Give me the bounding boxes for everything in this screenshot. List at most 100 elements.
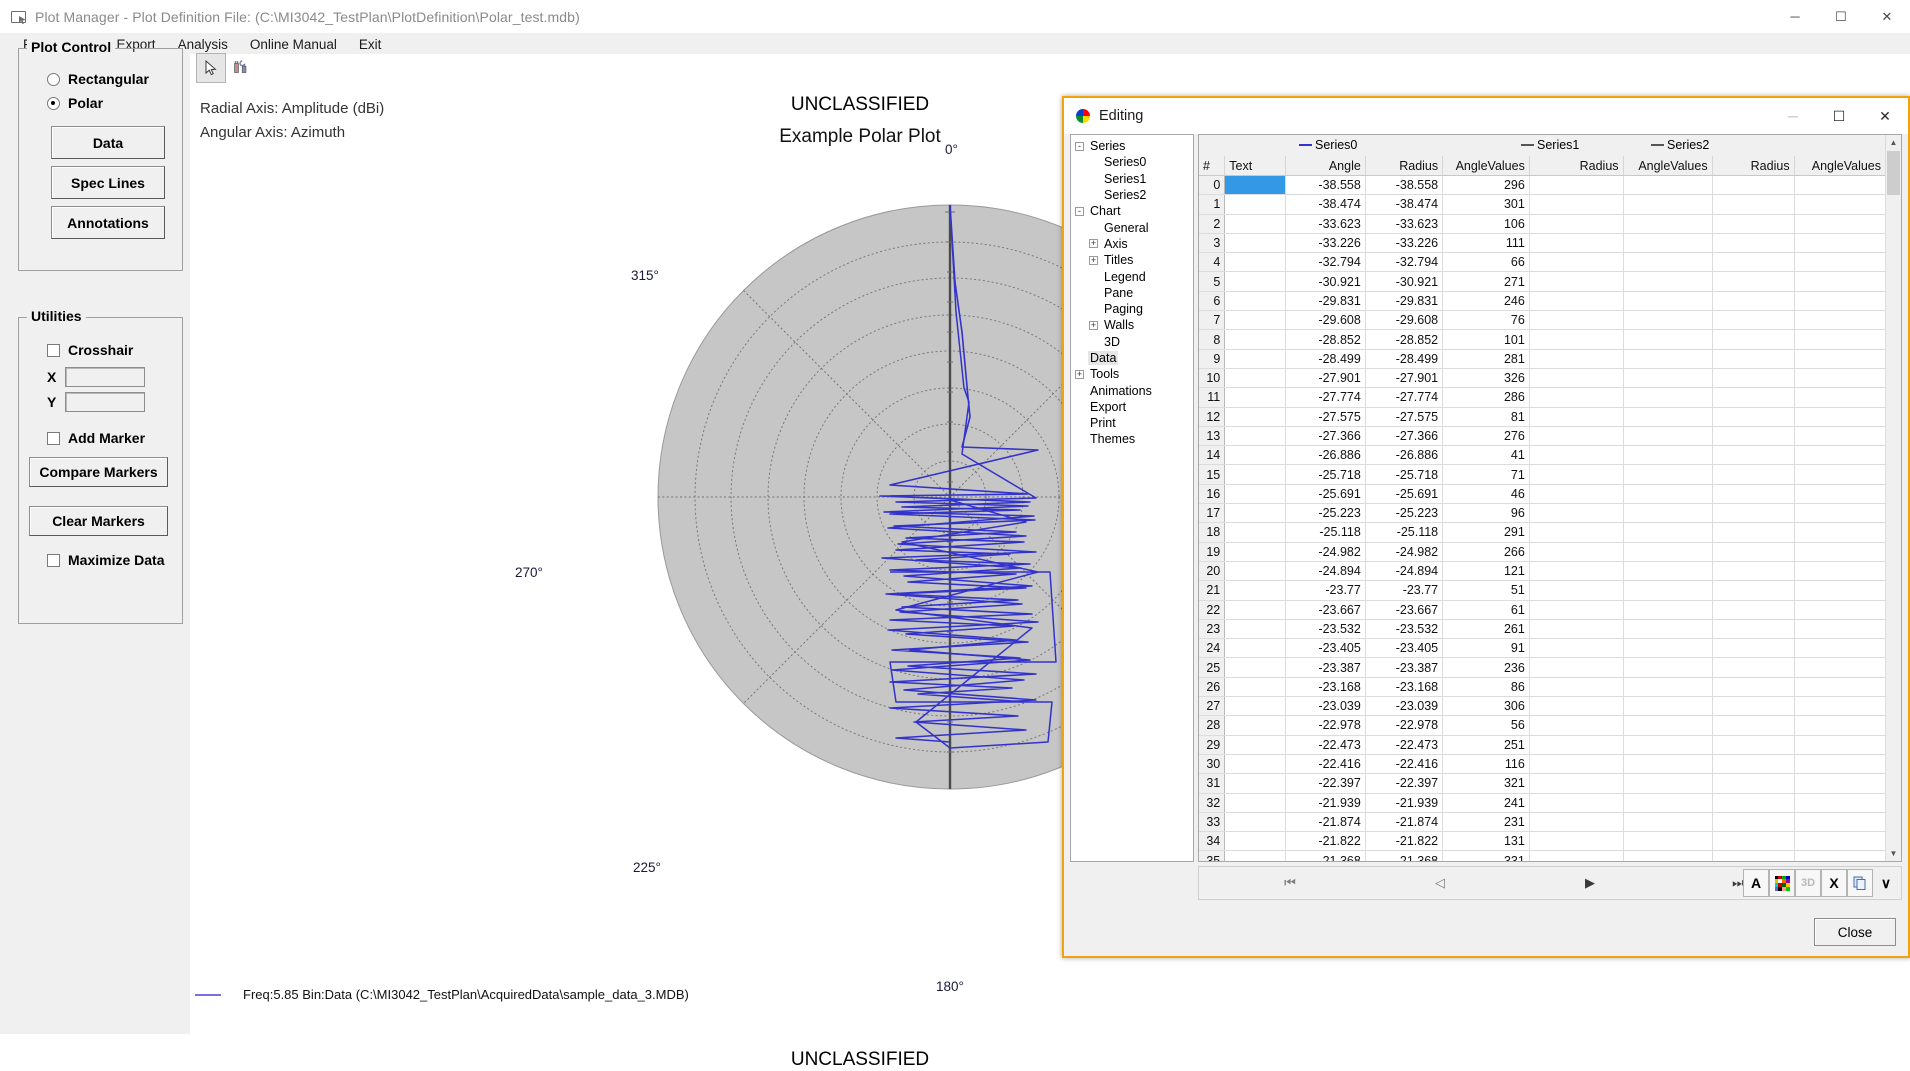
cell-radius-1[interactable] [1529,793,1624,813]
cell-anglevalues-2[interactable] [1794,561,1886,582]
cell-radius-2[interactable] [1712,214,1795,234]
cell-anglevalues-2[interactable] [1794,850,1886,861]
cell-anglevalues-2[interactable] [1794,696,1886,717]
cell-anglevalues-1[interactable] [1623,619,1713,640]
cell-anglevalues-1[interactable] [1623,657,1713,678]
cell-angle[interactable]: -25.718 [1285,464,1366,485]
table-row[interactable]: 13 -27.366 -27.366 276 [1199,426,1886,447]
crosshair-checkbox[interactable]: Crosshair [47,342,133,358]
cell-anglevalues-0[interactable]: 261 [1442,619,1530,640]
cell-anglevalues-0[interactable]: 41 [1442,445,1530,466]
table-row[interactable]: 0 -38.558 -38.558 296 [1199,174,1886,196]
editing-close-button[interactable]: Close [1814,918,1896,946]
cell-text[interactable] [1224,310,1287,331]
cell-anglevalues-2[interactable] [1794,310,1886,331]
cell-text[interactable] [1224,484,1287,505]
scroll-thumb[interactable] [1887,151,1900,195]
table-row[interactable]: 31 -22.397 -22.397 321 [1199,773,1886,794]
cell-anglevalues-2[interactable] [1794,522,1886,543]
cell-radius-0[interactable]: -26.886 [1365,445,1444,466]
cell-text[interactable] [1224,426,1287,447]
cell-anglevalues-0[interactable]: 91 [1442,638,1530,659]
cell-radius-0[interactable]: -23.532 [1365,619,1444,640]
col-radius-2[interactable]: Radius [1712,156,1795,176]
tree-item-walls[interactable]: + Walls [1071,317,1193,333]
cell-radius-1[interactable] [1529,657,1624,678]
cell-anglevalues-1[interactable] [1623,484,1713,505]
table-row[interactable]: 22 -23.667 -23.667 61 [1199,600,1886,620]
add-marker-checkbox[interactable]: Add Marker [47,430,145,446]
cell-radius-0[interactable]: -23.405 [1365,638,1444,659]
table-row[interactable]: 33 -21.874 -21.874 231 [1199,812,1886,833]
cell-anglevalues-0[interactable]: 231 [1442,812,1530,833]
cell-angle[interactable]: -23.387 [1285,657,1366,678]
tree-item-series1[interactable]: Series1 [1071,171,1193,187]
tree-item-axis[interactable]: + Axis [1071,236,1193,252]
table-row[interactable]: 34 -21.822 -21.822 131 [1199,831,1886,852]
cell-radius-1[interactable] [1529,426,1624,447]
table-row[interactable]: 4 -32.794 -32.794 66 [1199,252,1886,273]
cell-radius-2[interactable] [1712,522,1795,543]
tree-item-print[interactable]: Print [1071,415,1193,431]
cell-anglevalues-1[interactable] [1623,349,1713,369]
cell-anglevalues-2[interactable] [1794,175,1886,196]
cell-radius-0[interactable]: -29.608 [1365,310,1444,331]
copy-button[interactable] [1847,869,1873,897]
cell-anglevalues-0[interactable]: 326 [1442,368,1530,389]
cell-anglevalues-0[interactable]: 301 [1442,194,1530,215]
cell-angle[interactable]: -28.852 [1285,329,1366,350]
cell-angle[interactable]: -23.168 [1285,677,1366,698]
cell-radius-2[interactable] [1712,329,1795,350]
cell-angle[interactable]: -38.474 [1285,194,1366,215]
cell-radius-1[interactable] [1529,464,1624,485]
cell-radius-2[interactable] [1712,754,1795,775]
cell-radius-2[interactable] [1712,657,1795,678]
cell-radius-0[interactable]: -21.939 [1365,793,1444,813]
cell-text[interactable] [1224,696,1287,717]
minimize-icon[interactable]: ─ [1772,0,1818,33]
cell-radius-2[interactable] [1712,291,1795,312]
table-row[interactable]: 7 -29.608 -29.608 76 [1199,310,1886,331]
maximize-data-checkbox[interactable]: Maximize Data [47,552,164,568]
cell-angle[interactable]: -22.473 [1285,735,1366,755]
cell-text[interactable] [1224,542,1287,562]
cell-text[interactable] [1224,407,1287,427]
cell-radius-0[interactable]: -25.718 [1365,464,1444,485]
cell-text[interactable] [1224,580,1287,601]
cell-radius-0[interactable]: -25.118 [1365,522,1444,543]
cell-anglevalues-1[interactable] [1623,271,1713,292]
cell-radius-1[interactable] [1529,233,1624,254]
col-radius-1[interactable]: Radius [1529,156,1624,176]
nav-next-icon[interactable]: ▶ [1547,868,1633,898]
cell-anglevalues-1[interactable] [1623,850,1713,861]
cell-text[interactable] [1224,271,1287,292]
table-row[interactable]: 28 -22.978 -22.978 56 [1199,715,1886,736]
cell-anglevalues-2[interactable] [1794,407,1886,427]
tree-item-themes[interactable]: Themes [1071,431,1193,447]
cell-radius-1[interactable] [1529,561,1624,582]
cell-anglevalues-2[interactable] [1794,773,1886,794]
cell-angle[interactable]: -33.226 [1285,233,1366,254]
cell-radius-0[interactable]: -21.368 [1365,850,1444,861]
cell-anglevalues-2[interactable] [1794,194,1886,215]
cell-radius-1[interactable] [1529,503,1624,524]
cell-radius-0[interactable]: -25.223 [1365,503,1444,524]
cell-text[interactable] [1224,812,1287,833]
cell-text[interactable] [1224,252,1287,273]
cell-radius-1[interactable] [1529,271,1624,292]
cell-anglevalues-1[interactable] [1623,773,1713,794]
cell-radius-1[interactable] [1529,310,1624,331]
cell-radius-2[interactable] [1712,387,1795,408]
cell-text[interactable] [1224,677,1287,698]
cell-text[interactable] [1224,715,1287,736]
cell-radius-0[interactable]: -22.416 [1365,754,1444,775]
editing-maximize-icon[interactable]: ☐ [1816,98,1862,134]
cell-anglevalues-0[interactable]: 331 [1442,850,1530,861]
tree-item-series[interactable]: - Series [1071,138,1193,154]
cell-radius-2[interactable] [1712,252,1795,273]
cell-angle[interactable]: -33.623 [1285,214,1366,234]
cell-radius-0[interactable]: -38.558 [1365,175,1444,196]
annotations-button[interactable]: Annotations [51,206,165,239]
cell-anglevalues-0[interactable]: 321 [1442,773,1530,794]
cell-radius-2[interactable] [1712,503,1795,524]
